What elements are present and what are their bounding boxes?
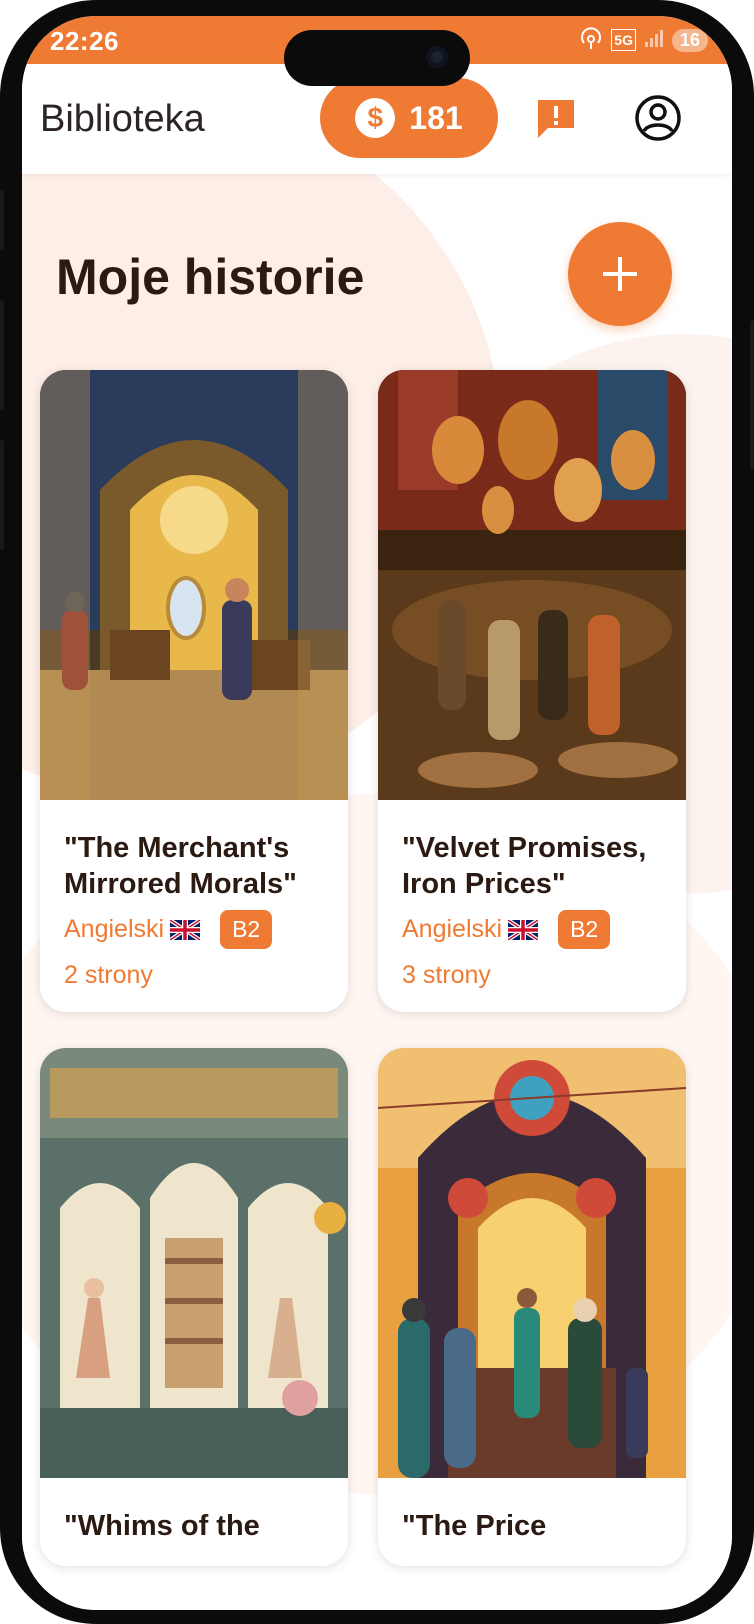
- story-card[interactable]: "The Price: [378, 1048, 686, 1566]
- side-button: [0, 190, 4, 250]
- level-badge: B2: [220, 910, 273, 949]
- story-pages: 3 strony: [402, 961, 491, 989]
- coin-count: 181: [409, 99, 463, 136]
- screen: 22:26 5G 16 Biblioteka $ 181 Moje histor…: [22, 16, 732, 1610]
- status-time: 22:26: [50, 26, 119, 56]
- hotspot-icon: [579, 27, 603, 53]
- signal-icon: [644, 28, 664, 52]
- coins-button[interactable]: $ 181: [320, 78, 498, 158]
- side-button: [750, 320, 754, 470]
- story-cover-image: [378, 1048, 686, 1478]
- story-title: "The Price: [402, 1510, 547, 1542]
- story-card[interactable]: "Whims of the: [40, 1048, 348, 1566]
- plus-icon: [603, 257, 637, 291]
- story-cover-image: [378, 370, 686, 800]
- story-pages: 2 strony: [64, 961, 153, 989]
- side-button: [0, 440, 4, 550]
- story-cover-image: [40, 370, 348, 800]
- story-language: Angielski: [402, 915, 539, 944]
- uk-flag-icon: [170, 920, 201, 941]
- battery-icon: 16: [671, 28, 708, 52]
- story-card[interactable]: "The Merchant's Mirrored Morals" Angiels…: [40, 370, 348, 1012]
- status-icons: 5G 16: [579, 26, 708, 54]
- story-language: Angielski: [64, 915, 201, 944]
- app-title: Biblioteka: [40, 98, 205, 140]
- story-title: "Velvet Promises, Iron Prices": [402, 832, 647, 900]
- uk-flag-icon: [508, 920, 539, 941]
- dynamic-island: [284, 30, 470, 86]
- add-story-button[interactable]: [568, 222, 672, 326]
- camera-icon: [426, 46, 448, 68]
- story-title: "Whims of the: [64, 1510, 260, 1542]
- story-cover-image: [40, 1048, 348, 1478]
- 5g-icon: 5G: [611, 29, 636, 51]
- section-title: Moje historie: [56, 249, 365, 305]
- library-content[interactable]: Moje historie "The Merchant's Mirrored M…: [22, 174, 732, 1610]
- story-card[interactable]: "Velvet Promises, Iron Prices" Angielski…: [378, 370, 686, 1012]
- side-button: [0, 300, 4, 410]
- profile-icon[interactable]: [634, 94, 682, 142]
- level-badge: B2: [558, 910, 611, 949]
- feedback-icon[interactable]: [534, 96, 578, 140]
- dollar-icon: $: [355, 98, 396, 138]
- phone-frame: 22:26 5G 16 Biblioteka $ 181 Moje histor…: [0, 0, 754, 1624]
- story-title: "The Merchant's Mirrored Morals": [64, 832, 297, 900]
